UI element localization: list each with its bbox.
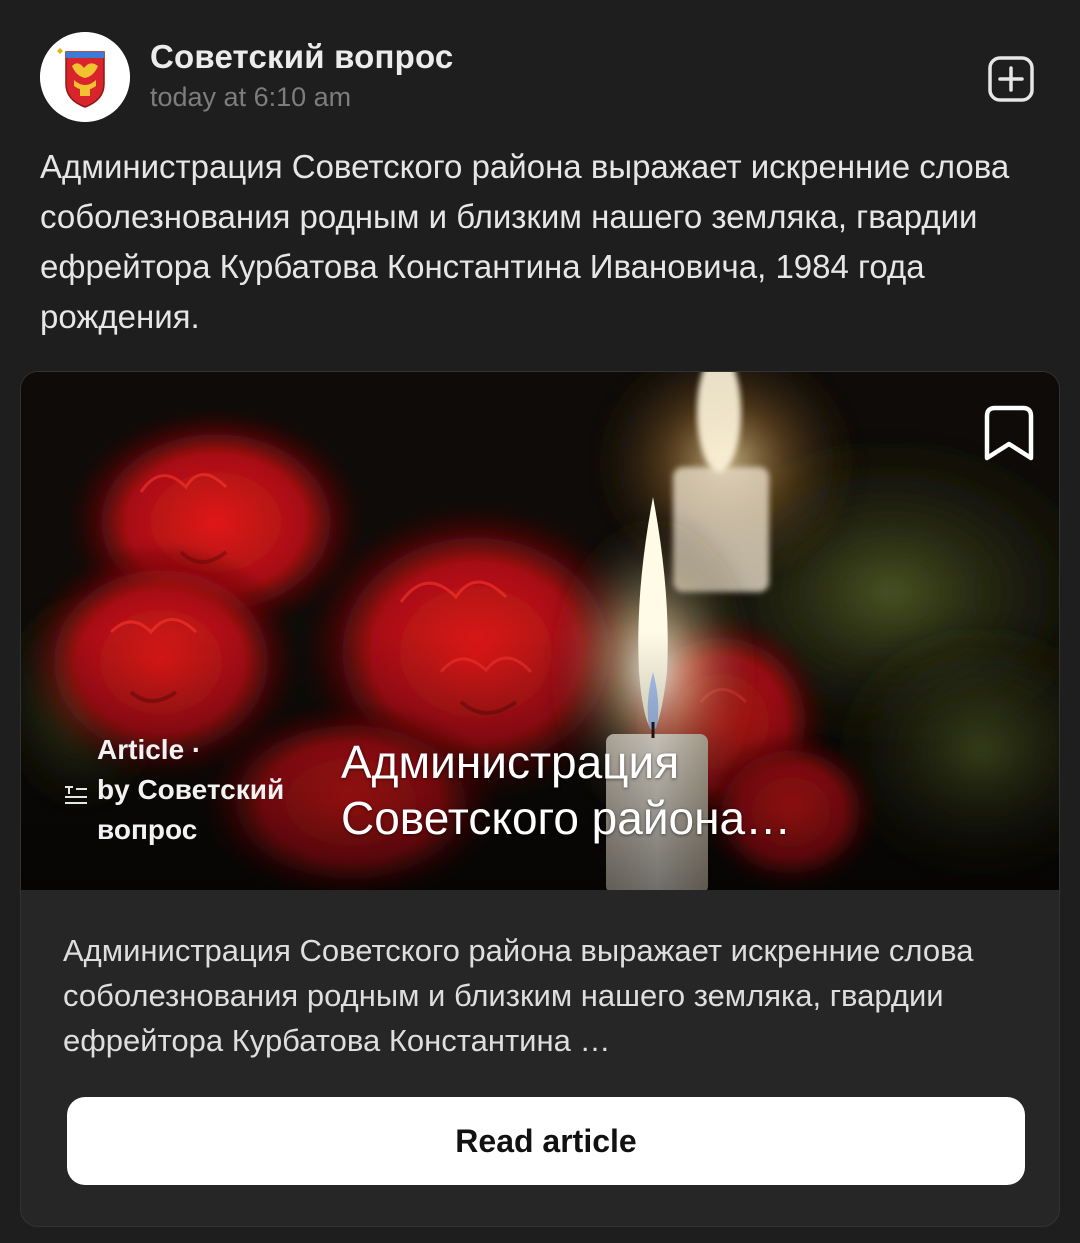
article-type-label: Article ·: [97, 734, 202, 765]
bookmark-icon: [984, 405, 1034, 461]
plus-square-icon: [988, 56, 1034, 102]
channel-name[interactable]: Советский вопрос: [150, 38, 453, 76]
post-text: Администрация Советского района выражает…: [40, 148, 1010, 335]
article-title-line: Администрация: [341, 736, 680, 788]
article-title[interactable]: Администрация Советского района…: [341, 734, 901, 846]
post: Советский вопрос today at 6:10 am Админи…: [0, 0, 1080, 1243]
article-list-icon: [65, 786, 87, 804]
article-excerpt: Администрация Советского района выражает…: [63, 933, 974, 1058]
channel-avatar[interactable]: [40, 32, 130, 122]
post-timestamp: today at 6:10 am: [150, 82, 352, 112]
read-article-button[interactable]: Read article: [67, 1097, 1025, 1185]
bookmark-button[interactable]: [981, 402, 1037, 464]
article-card[interactable]: Article · by Советский вопрос Администра…: [20, 371, 1060, 1227]
article-byline: Article · by Советский вопрос: [97, 730, 337, 850]
article-title-line: Советского района…: [341, 792, 792, 844]
post-header: Советский вопрос today at 6:10 am: [40, 32, 1040, 122]
article-author-label: by Советский: [97, 774, 285, 805]
coat-of-arms-icon: [40, 32, 130, 122]
article-author-label-cont: вопрос: [97, 814, 198, 845]
article-meta: Article · by Советский вопрос: [63, 730, 323, 850]
article-cover-image[interactable]: Article · by Советский вопрос Администра…: [21, 372, 1059, 890]
add-button[interactable]: [986, 54, 1036, 104]
